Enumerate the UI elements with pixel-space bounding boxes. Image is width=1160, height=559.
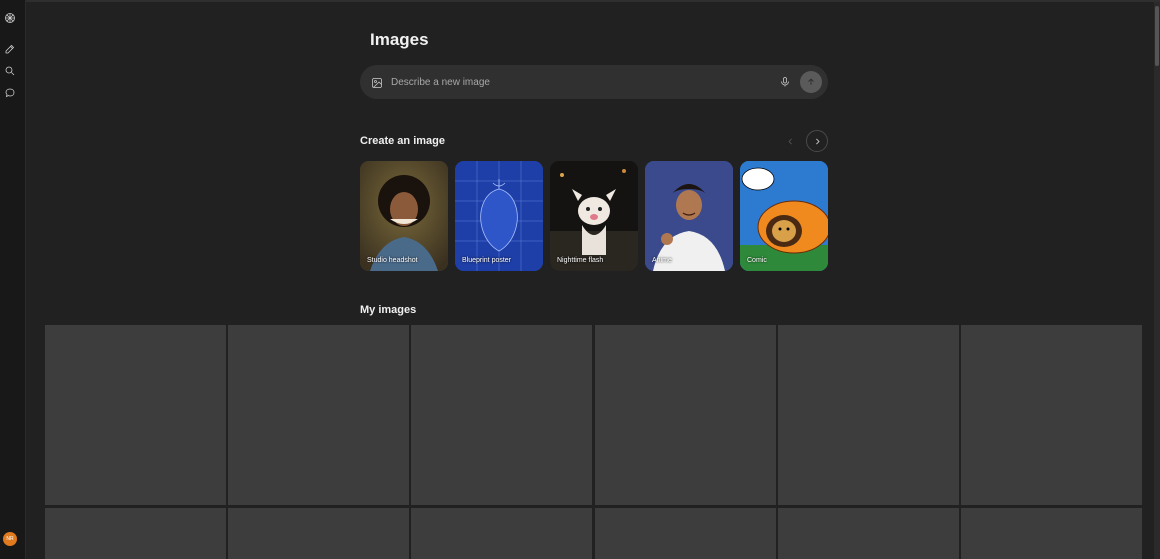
image-tile[interactable] [45, 325, 226, 505]
card-label: Nighttime flash [557, 257, 604, 264]
image-tile[interactable] [411, 508, 592, 559]
microphone-icon[interactable] [778, 75, 792, 89]
describe-image-input[interactable] [391, 73, 771, 91]
nighttime-flash-thumbnail [550, 161, 638, 271]
my-images-heading: My images [360, 304, 417, 316]
style-card-blueprint-poster[interactable]: Blueprint poster [455, 161, 543, 271]
card-label: Anime [652, 257, 672, 264]
sidebar-rail: NR [0, 0, 26, 559]
search-icon[interactable] [3, 64, 17, 78]
style-card-nighttime-flash[interactable]: Nighttime flash [550, 161, 638, 271]
openai-logo-icon[interactable] [3, 11, 17, 25]
image-icon[interactable] [371, 76, 383, 88]
image-tile[interactable] [595, 508, 776, 559]
prompt-bar [360, 65, 828, 99]
scrollbar[interactable] [1154, 2, 1160, 559]
avatar[interactable]: NR [3, 532, 17, 546]
card-label: Comic [747, 257, 767, 264]
image-tile[interactable] [961, 508, 1142, 559]
style-card-studio-headshot[interactable]: Studio headshot [360, 161, 448, 271]
create-image-heading: Create an image [360, 135, 445, 147]
image-tile[interactable] [411, 325, 592, 505]
image-tile[interactable] [228, 325, 409, 505]
style-card-comic[interactable]: Comic [740, 161, 828, 271]
chevron-right-icon [815, 138, 820, 144]
send-arrow-icon[interactable] [800, 71, 822, 93]
chevron-left-icon [787, 138, 792, 144]
image-tile[interactable] [778, 325, 959, 505]
new-chat-icon[interactable] [3, 42, 17, 56]
image-tile[interactable] [961, 325, 1142, 505]
style-card-anime[interactable]: Anime [645, 161, 733, 271]
page-title: Images [370, 30, 429, 49]
carousel-prev-button[interactable] [779, 130, 801, 152]
image-tile[interactable] [228, 508, 409, 559]
chat-bubble-icon[interactable] [3, 86, 17, 100]
card-label: Studio headshot [367, 257, 418, 264]
card-label: Blueprint poster [462, 257, 512, 264]
image-tile[interactable] [778, 508, 959, 559]
image-tile[interactable] [595, 325, 776, 505]
blueprint-poster-thumbnail [455, 161, 543, 271]
studio-headshot-thumbnail [360, 161, 448, 271]
scrollbar-thumb[interactable] [1155, 6, 1159, 66]
anime-thumbnail [645, 161, 733, 271]
comic-thumbnail [740, 161, 828, 271]
image-tile[interactable] [45, 508, 226, 559]
carousel-next-button[interactable] [806, 130, 828, 152]
